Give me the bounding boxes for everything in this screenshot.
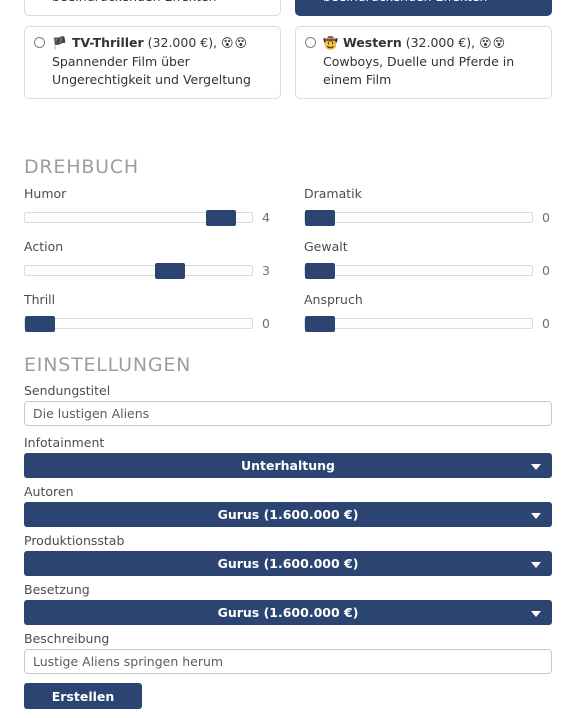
slider-thumb-dramatik[interactable] — [305, 210, 335, 226]
rating-emoji-icon: 😵😵 — [479, 35, 507, 50]
genre-card-body: 👽 Scifiekomödie (32.000 €), 🤩🤩 Futuristi… — [323, 0, 542, 6]
slider-row-thrill: 0 — [24, 316, 272, 332]
label-produktionsstab: Produktionsstab — [24, 533, 125, 548]
slider-track-humor[interactable] — [24, 210, 253, 226]
genre-column-right: 👽 Scifiekomödie (32.000 €), 🤩🤩 Futuristi… — [295, 0, 552, 100]
label-autoren: Autoren — [24, 484, 74, 499]
genre-card-tv-scifiefilm[interactable]: 🤖 TV-Scifiefilm (32.000 €), 😵😵 Futuristi… — [24, 0, 281, 16]
slider-block-thrill: Thrill 0 — [24, 292, 272, 345]
infotainment-select-value: Unterhaltung — [240, 458, 335, 473]
genre-card-description: Futuristische Weltraumcomedy mit beeindr… — [323, 0, 542, 6]
rating-emoji-icon: 😵😵 — [221, 35, 249, 50]
genre-card-description: Cowboys, Duelle und Pferde in einem Film — [323, 54, 515, 88]
slider-row-dramatik: 0 — [304, 210, 552, 226]
genre-card-title-line: 🏴 TV-Thriller (32.000 €), 😵😵 — [52, 34, 271, 52]
genre-card-description: Spannender Film über Ungerechtigkeit und… — [52, 54, 251, 88]
genre-card-name: Western — [342, 34, 402, 50]
slider-block-gewalt: Gewalt 0 — [304, 239, 552, 292]
chevron-down-icon — [531, 561, 541, 568]
genre-card-body: 🤖 TV-Scifiefilm (32.000 €), 😵😵 Futuristi… — [52, 0, 271, 6]
slider-label-humor: Humor — [24, 186, 67, 201]
slider-label-gewalt: Gewalt — [304, 239, 348, 254]
genre-card-body: 🏴 TV-Thriller (32.000 €), 😵😵 Spannender … — [52, 34, 271, 90]
besetzung-select[interactable]: Gurus (1.600.000 €) — [24, 600, 552, 625]
slider-label-thrill: Thrill — [24, 292, 56, 307]
slider-thumb-anspruch[interactable] — [305, 316, 335, 332]
slider-thumb-action[interactable] — [155, 263, 186, 279]
genre-card-name: TV-Thriller — [71, 34, 144, 50]
slider-row-humor: 4 — [24, 210, 272, 226]
slider-value-anspruch: 0 — [542, 316, 550, 331]
produktionsstab-select-value: Gurus (1.600.000 €) — [217, 556, 359, 571]
genre-card-scifiekomoedie[interactable]: 👽 Scifiekomödie (32.000 €), 🤩🤩 Futuristi… — [295, 0, 552, 16]
label-sendungstitel: Sendungstitel — [24, 383, 111, 398]
genre-card-tv-thriller[interactable]: 🏴 TV-Thriller (32.000 €), 😵😵 Spannender … — [24, 25, 281, 100]
slider-block-humor: Humor 4 — [24, 186, 272, 239]
chevron-down-icon — [531, 463, 541, 470]
slider-block-anspruch: Anspruch 0 — [304, 292, 552, 345]
genre-selection-grid: 🤖 TV-Scifiefilm (32.000 €), 😵😵 Futuristi… — [0, 0, 576, 100]
section-heading-einstellungen: EINSTELLUNGEN — [24, 354, 192, 376]
genre-card-body: 🤠 Western (32.000 €), 😵😵 Cowboys, Duelle… — [323, 34, 542, 90]
autoren-select-value: Gurus (1.600.000 €) — [217, 507, 359, 522]
radio-western[interactable] — [305, 36, 316, 48]
genre-card-price: (32.000 €), — [405, 34, 476, 50]
genre-card-title-line: 🤠 Western (32.000 €), 😵😵 — [323, 34, 542, 52]
sendungstitel-input[interactable]: Die lustigen Aliens — [24, 401, 552, 426]
infotainment-select[interactable]: Unterhaltung — [24, 453, 552, 478]
slider-track-dramatik[interactable] — [304, 210, 533, 226]
slider-label-anspruch: Anspruch — [304, 292, 363, 307]
chevron-down-icon — [531, 610, 541, 617]
chevron-down-icon — [531, 512, 541, 519]
slider-block-action: Action 3 — [24, 239, 272, 292]
erstellen-button[interactable]: Erstellen — [24, 683, 142, 709]
dark-flag-icon: 🏴 — [52, 35, 67, 50]
slider-row-action: 3 — [24, 263, 272, 279]
slider-track-gewalt[interactable] — [304, 263, 533, 279]
slider-thumb-thrill[interactable] — [25, 316, 55, 332]
genre-card-price: (32.000 €), — [147, 34, 218, 50]
label-infotainment: Infotainment — [24, 435, 105, 450]
beschreibung-input[interactable]: Lustige Aliens springen herum — [24, 649, 552, 674]
slider-label-dramatik: Dramatik — [304, 186, 362, 201]
slider-thumb-humor[interactable] — [206, 210, 237, 226]
besetzung-select-value: Gurus (1.600.000 €) — [217, 605, 359, 620]
einstellungen-form: Sendungstitel Die lustigen Aliens Infota… — [0, 383, 576, 709]
slider-label-action: Action — [24, 239, 64, 254]
autoren-select[interactable]: Gurus (1.600.000 €) — [24, 502, 552, 527]
genre-card-western[interactable]: 🤠 Western (32.000 €), 😵😵 Cowboys, Duelle… — [295, 25, 552, 100]
slider-track-anspruch[interactable] — [304, 316, 533, 332]
produktionsstab-select[interactable]: Gurus (1.600.000 €) — [24, 551, 552, 576]
slider-value-thrill: 0 — [262, 316, 270, 331]
slider-value-gewalt: 0 — [542, 263, 550, 278]
slider-track-action[interactable] — [24, 263, 253, 279]
section-heading-drehbuch: DREHBUCH — [24, 156, 140, 178]
label-beschreibung: Beschreibung — [24, 631, 110, 646]
slider-block-dramatik: Dramatik 0 — [304, 186, 552, 239]
genre-column-left: 🤖 TV-Scifiefilm (32.000 €), 😵😵 Futuristi… — [24, 0, 281, 100]
label-besetzung: Besetzung — [24, 582, 90, 597]
slider-value-action: 3 — [262, 263, 270, 278]
slider-value-dramatik: 0 — [542, 210, 550, 225]
cowboy-icon: 🤠 — [323, 35, 338, 50]
slider-value-humor: 4 — [262, 210, 270, 225]
slider-row-anspruch: 0 — [304, 316, 552, 332]
slider-row-gewalt: 0 — [304, 263, 552, 279]
slider-thumb-gewalt[interactable] — [305, 263, 335, 279]
drehbuch-slider-area: Humor 4 Dramatik 0 Action 3 Gewalt 0 Thr… — [0, 186, 576, 345]
slider-track-thrill[interactable] — [24, 316, 253, 332]
radio-tv-thriller[interactable] — [34, 36, 45, 48]
genre-card-description: Futuristische Weltraumaction mit beeindr… — [52, 0, 271, 6]
